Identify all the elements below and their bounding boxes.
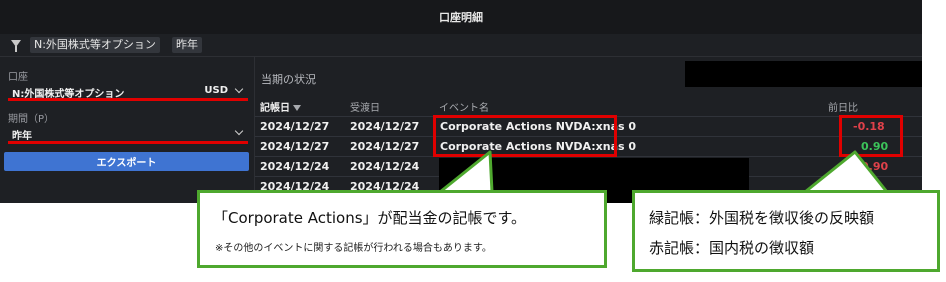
- period-select-value: 昨年: [12, 131, 32, 142]
- column-header-event[interactable]: イベント名: [439, 99, 489, 114]
- filter-chip-period[interactable]: 昨年: [172, 37, 202, 53]
- row-date: 2024/12/27: [260, 140, 330, 153]
- dividend-callout-note: ※その他のイベントに関する記帳が行われる場合もあります。: [215, 243, 492, 254]
- column-header-date-label: 記帳日: [260, 103, 290, 114]
- dividend-callout-text: 「Corporate Actions」が配当金の記帳です。: [213, 209, 527, 227]
- period-select[interactable]: 昨年: [8, 125, 248, 142]
- redacted-area: [685, 61, 922, 87]
- chevron-down-icon: [234, 126, 244, 136]
- row-settle-date: 2024/12/27: [350, 140, 420, 153]
- account-highlight-underline: [8, 98, 248, 101]
- column-header-date[interactable]: 記帳日: [260, 99, 301, 114]
- row-settle-date: 2024/12/27: [350, 120, 420, 133]
- section-title: 当期の状況: [261, 73, 316, 86]
- right-callout-pointer: [803, 150, 889, 194]
- left-callout-pointer: [438, 150, 494, 194]
- account-select[interactable]: N:外国株式等オプション USD: [8, 83, 248, 100]
- account-label: 口座: [8, 72, 28, 83]
- chevron-down-icon: [234, 84, 244, 94]
- filter-icon[interactable]: [11, 40, 21, 52]
- sidebar: 口座 N:外国株式等オプション USD 期間（P） 昨年 エクスポート: [0, 57, 255, 203]
- filter-bar: N:外国株式等オプション 昨年: [0, 34, 922, 57]
- green-entry-text: 緑記帳：外国税を徴収後の反映額: [649, 209, 875, 227]
- account-currency: USD: [204, 85, 228, 96]
- column-header-change[interactable]: 前日比: [828, 99, 858, 114]
- color-legend-callout: 緑記帳：外国税を徴収後の反映額 赤記帳：国内税の徴収額: [632, 190, 940, 272]
- dividend-callout: 「Corporate Actions」が配当金の記帳です。 ※その他のイベントに…: [197, 190, 607, 268]
- period-highlight-underline: [8, 141, 248, 144]
- window-title: 口座明細: [0, 0, 922, 34]
- sort-desc-icon: [293, 105, 301, 111]
- row-date: 2024/12/24: [260, 160, 330, 173]
- period-label: 期間（P）: [8, 114, 55, 125]
- row-settle-date: 2024/12/24: [350, 160, 420, 173]
- filter-chip-account[interactable]: N:外国株式等オプション: [30, 37, 160, 53]
- export-button[interactable]: エクスポート: [4, 152, 249, 171]
- column-header-settle[interactable]: 受渡日: [350, 99, 380, 114]
- row-date: 2024/12/27: [260, 120, 330, 133]
- red-entry-text: 赤記帳：国内税の徴収額: [649, 239, 815, 257]
